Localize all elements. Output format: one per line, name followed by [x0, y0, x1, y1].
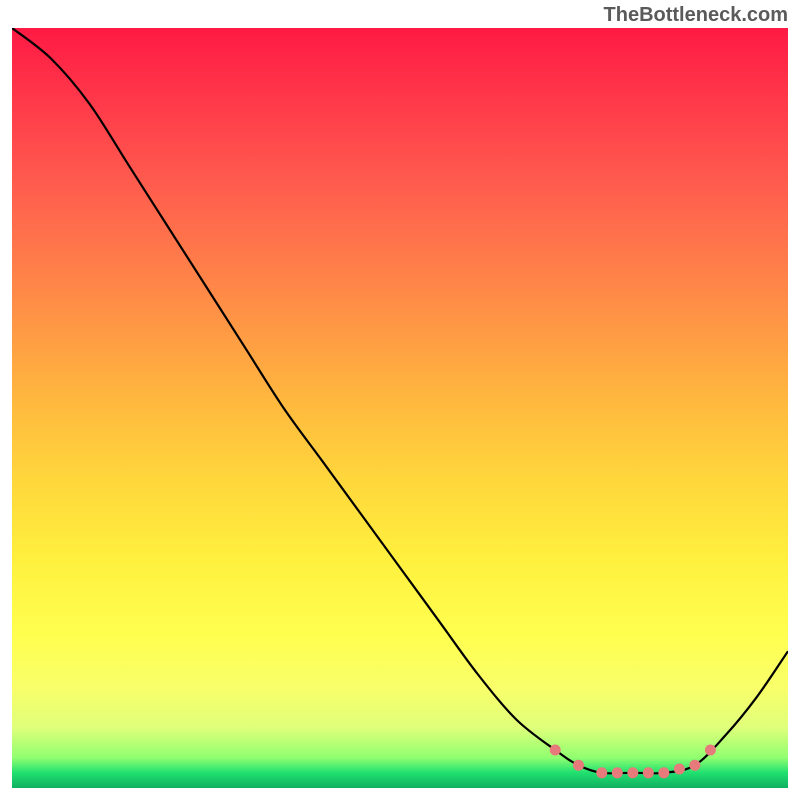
chart-svg	[12, 28, 788, 788]
trough-marker	[627, 767, 638, 778]
watermark-text: TheBottleneck.com	[604, 4, 788, 27]
trough-marker	[658, 767, 669, 778]
trough-marker	[550, 745, 561, 756]
trough-marker	[674, 764, 685, 775]
trough-marker	[643, 767, 654, 778]
trough-marker	[612, 767, 623, 778]
chart-area	[12, 28, 788, 788]
trough-markers	[550, 745, 716, 779]
trough-marker	[573, 760, 584, 771]
bottleneck-curve	[12, 28, 788, 773]
trough-marker	[705, 745, 716, 756]
trough-marker	[596, 767, 607, 778]
trough-marker	[689, 760, 700, 771]
